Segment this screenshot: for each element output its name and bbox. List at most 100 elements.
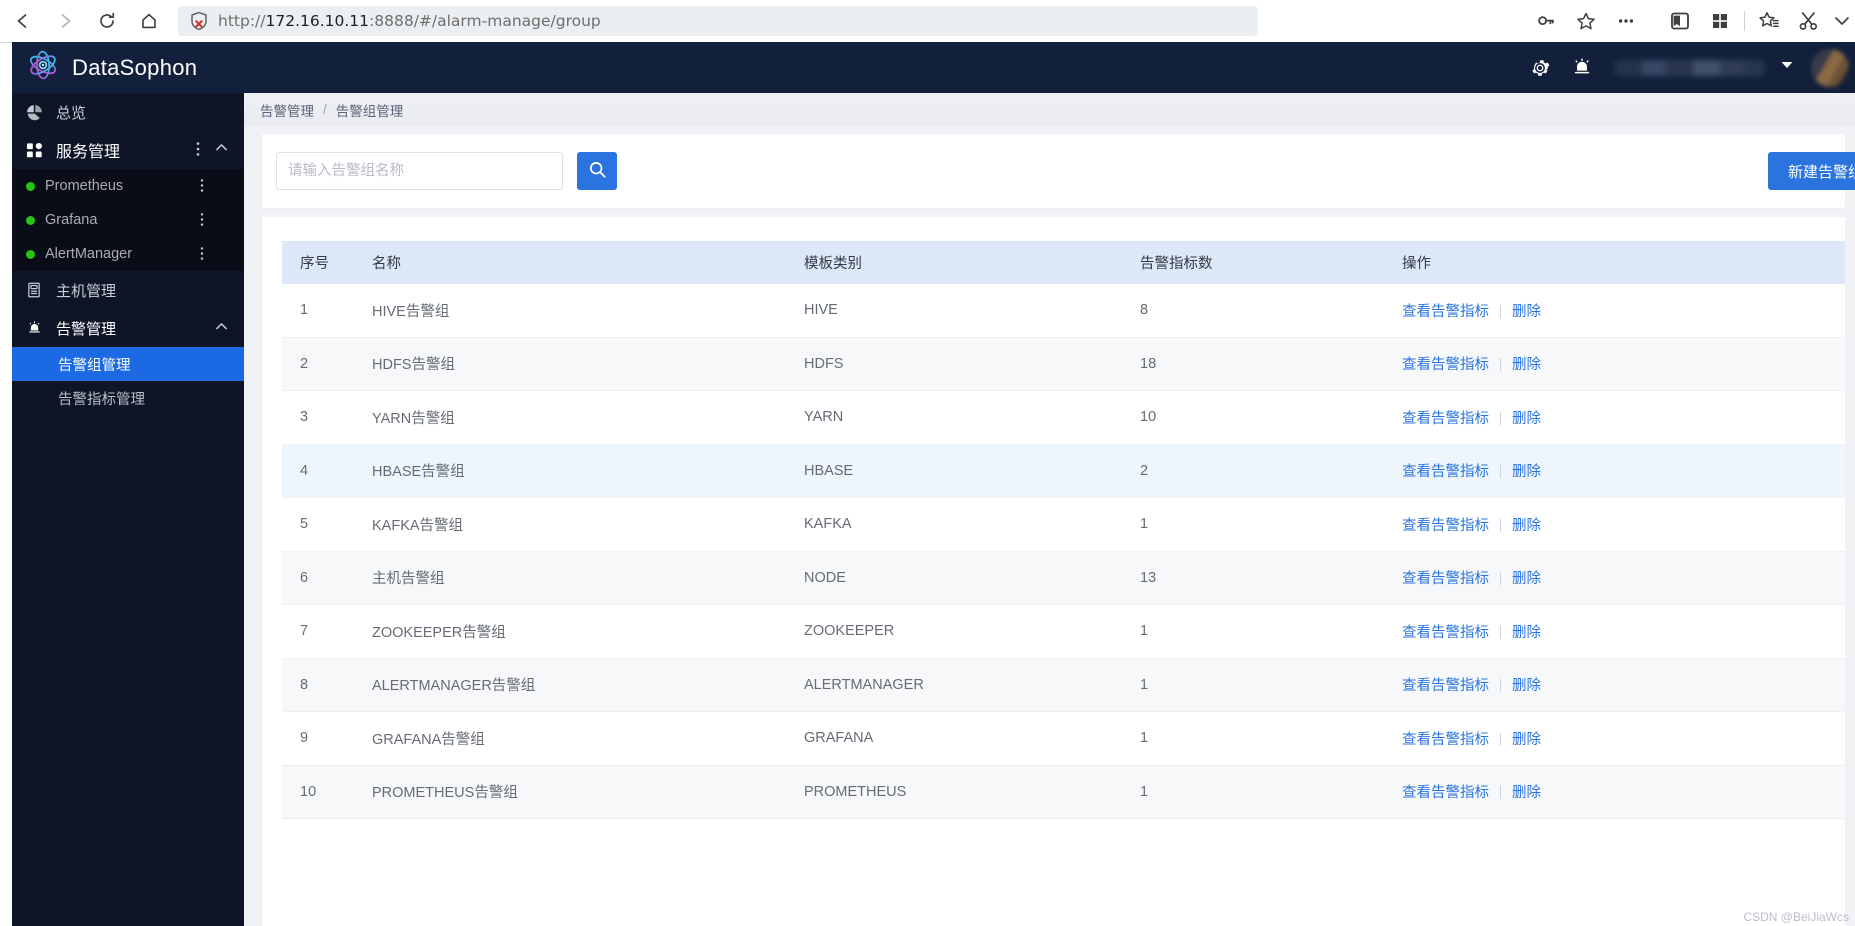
app-window: DataSophon 总览 服务管理 Prometheus Grafana Al… [12, 42, 1855, 926]
cell-actions: 查看告警指标 删除 [1384, 444, 1845, 498]
table-row[interactable]: 7 ZOOKEEPER告警组 ZOOKEEPER 1 查看告警指标 删除 [282, 604, 1845, 659]
table-row[interactable]: 3 YARN告警组 YARN 10 查看告警指标 删除 [282, 390, 1845, 445]
more-vertical-icon[interactable] [200, 246, 204, 263]
sidebar-item-alarm-group-manage[interactable]: 告警组管理 [12, 347, 244, 381]
home-button[interactable] [130, 2, 168, 40]
atom-logo-icon [26, 48, 60, 87]
server-icon [26, 282, 48, 298]
table-row[interactable]: 10 PROMETHEUS告警组 PROMETHEUS 1 查看告警指标 删除 [282, 765, 1845, 819]
brand[interactable]: DataSophon [12, 48, 197, 87]
back-button[interactable] [4, 2, 42, 40]
view-metrics-link[interactable]: 查看告警指标 [1402, 785, 1489, 801]
more-vertical-icon[interactable] [200, 178, 204, 195]
url-text: http://172.16.10.11:8888/#/alarm-manage/… [218, 12, 601, 30]
address-bar[interactable]: http://172.16.10.11:8888/#/alarm-manage/… [178, 6, 1258, 36]
table-row[interactable]: 1 HIVE告警组 HIVE 8 查看告警指标 删除 [282, 284, 1845, 338]
star-icon[interactable] [1566, 1, 1606, 41]
view-metrics-link[interactable]: 查看告警指标 [1402, 357, 1489, 373]
delete-link[interactable]: 删除 [1512, 625, 1541, 641]
favorites-bar-icon[interactable] [1749, 1, 1789, 41]
chevron-down-icon[interactable] [1779, 57, 1795, 78]
delete-link[interactable]: 删除 [1512, 304, 1541, 320]
more-vertical-icon[interactable] [200, 212, 204, 229]
collections-icon[interactable] [1700, 1, 1740, 41]
cell-name: HDFS告警组 [354, 337, 786, 391]
sidebar-item-alarm-manage[interactable]: 告警管理 [12, 309, 244, 347]
sidebar-item-prometheus[interactable]: Prometheus [12, 169, 244, 203]
cell-actions: 查看告警指标 删除 [1384, 765, 1845, 819]
cell-count: 10 [1122, 390, 1384, 445]
insecure-shield-icon[interactable] [188, 10, 210, 32]
search-input[interactable] [276, 152, 563, 190]
table-row[interactable]: 5 KAFKA告警组 KAFKA 1 查看告警指标 删除 [282, 497, 1845, 552]
gear-icon[interactable] [1519, 42, 1561, 93]
view-metrics-link[interactable]: 查看告警指标 [1402, 678, 1489, 694]
sidebar-item-label: 主机管理 [56, 282, 117, 300]
delete-link[interactable]: 删除 [1512, 678, 1541, 694]
avatar[interactable] [1811, 48, 1849, 87]
cell-name: GRAFANA告警组 [354, 711, 786, 766]
delete-link[interactable]: 删除 [1512, 357, 1541, 373]
table-row[interactable]: 9 GRAFANA告警组 GRAFANA 1 查看告警指标 删除 [282, 711, 1845, 766]
profile-icon[interactable] [1829, 1, 1855, 41]
breadcrumb-parent[interactable]: 告警管理 [260, 100, 314, 120]
sidebar-item-label: AlertManager [45, 246, 133, 262]
app-header: DataSophon [12, 42, 1855, 93]
cell-index: 7 [282, 604, 354, 659]
delete-link[interactable]: 删除 [1512, 411, 1541, 427]
clip-scissors-icon[interactable] [1789, 1, 1829, 41]
more-vertical-icon[interactable] [196, 141, 200, 160]
alarm-group-table: 序号 名称 模板类别 告警指标数 操作 1 HIVE告警组 HIVE 8 查看告警指标删… [282, 241, 1845, 819]
view-metrics-link[interactable]: 查看告警指标 [1402, 411, 1489, 427]
cell-index: 4 [282, 444, 354, 498]
chevron-up-icon[interactable] [215, 141, 228, 159]
delete-link[interactable]: 删除 [1512, 571, 1541, 587]
sidebar-item-service-manage[interactable]: 服务管理 [12, 131, 244, 169]
action-divider [1500, 465, 1501, 479]
siren-icon[interactable] [1561, 42, 1603, 93]
search-button[interactable] [577, 152, 617, 190]
table-row[interactable]: 4 HBASE告警组 HBASE 2 查看告警指标 删除 [282, 444, 1845, 498]
table-row[interactable]: 2 HDFS告警组 HDFS 18 查看告警指标 删除 [282, 337, 1845, 391]
cell-actions: 查看告警指标 删除 [1384, 658, 1845, 712]
user-name-blurred[interactable] [1615, 59, 1765, 76]
sidebar-item-overview[interactable]: 总览 [12, 93, 244, 131]
status-dot-icon [26, 181, 35, 191]
key-icon[interactable] [1526, 1, 1566, 41]
sidebar-item-alarm-metric-manage[interactable]: 告警指标管理 [12, 381, 244, 415]
delete-link[interactable]: 删除 [1512, 785, 1541, 801]
view-metrics-link[interactable]: 查看告警指标 [1402, 732, 1489, 748]
delete-link[interactable]: 删除 [1512, 518, 1541, 534]
sidebar-item-alertmanager[interactable]: AlertManager [12, 237, 244, 271]
table-row[interactable]: 8 ALERTMANAGER告警组 ALERTMANAGER 1 查看告警指标 删除 [282, 658, 1845, 712]
delete-link[interactable]: 删除 [1512, 732, 1541, 748]
cell-actions: 查看告警指标 删除 [1384, 497, 1845, 552]
view-metrics-link[interactable]: 查看告警指标 [1402, 464, 1489, 480]
brand-title: DataSophon [72, 54, 198, 80]
cell-name: HBASE告警组 [354, 444, 786, 498]
breadcrumb-current: 告警组管理 [335, 103, 404, 119]
reading-view-icon[interactable] [1660, 1, 1700, 41]
new-alarm-group-button[interactable]: 新建告警组 [1767, 152, 1855, 190]
view-metrics-link[interactable]: 查看告警指标 [1402, 625, 1489, 641]
cell-template: PROMETHEUS [786, 765, 1122, 819]
chevron-up-icon[interactable] [215, 320, 228, 337]
sidebar-item-label: Prometheus [45, 178, 124, 194]
cell-template: ZOOKEEPER [786, 604, 1122, 659]
sidebar-item-host-manage[interactable]: 主机管理 [12, 271, 244, 309]
view-metrics-link[interactable]: 查看告警指标 [1402, 304, 1489, 320]
cell-actions: 查看告警指标 删除 [1384, 711, 1845, 766]
more-icon[interactable] [1606, 1, 1646, 41]
view-metrics-link[interactable]: 查看告警指标 [1402, 571, 1489, 587]
sidebar-item-grafana[interactable]: Grafana [12, 203, 244, 237]
browser-chrome: http://172.16.10.11:8888/#/alarm-manage/… [0, 0, 1855, 43]
reload-button[interactable] [88, 2, 126, 40]
table-row[interactable]: 6 主机告警组 NODE 13 查看告警指标 删除 [282, 551, 1845, 605]
action-divider [1500, 786, 1501, 800]
view-metrics-link[interactable]: 查看告警指标 [1402, 518, 1489, 534]
cell-template: HIVE [786, 284, 1122, 338]
browser-toolbar-right [1526, 0, 1855, 42]
delete-link[interactable]: 删除 [1512, 464, 1541, 480]
forward-button[interactable] [46, 2, 84, 40]
action-divider [1500, 304, 1501, 318]
